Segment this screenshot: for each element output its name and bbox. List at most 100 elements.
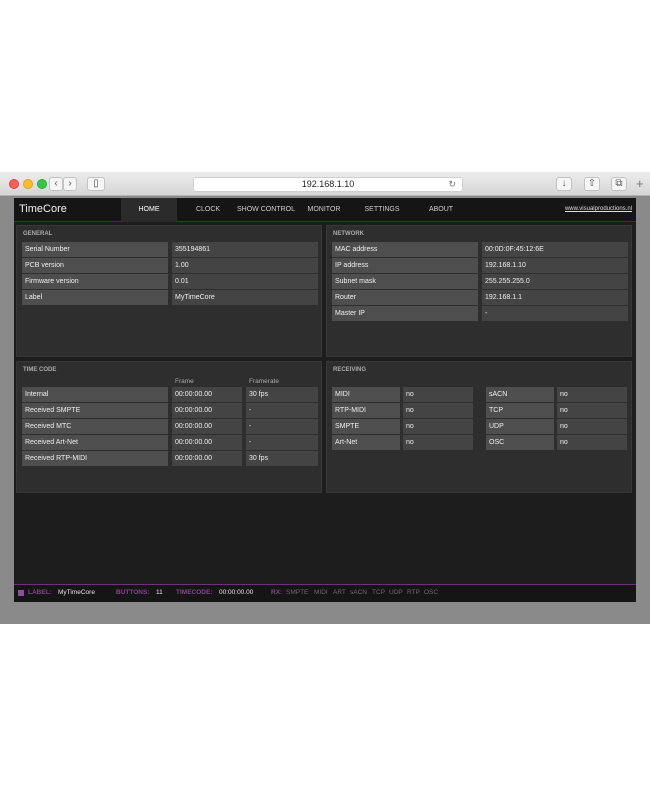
rx-item: MIDI xyxy=(314,589,328,596)
zoom-window-button[interactable] xyxy=(37,179,47,189)
rx-item: RTP xyxy=(407,589,420,596)
timecode-frame: 00:00:00.00 xyxy=(172,387,242,402)
tab-monitor[interactable]: MONITOR xyxy=(300,198,348,222)
network-title: NETWORK xyxy=(333,231,364,237)
general-value: 355194861 xyxy=(172,242,318,257)
timecode-rate: 30 fps xyxy=(246,451,318,466)
network-label: Subnet mask xyxy=(332,274,478,289)
download-icon[interactable]: ↓ xyxy=(556,177,572,191)
status-indicator-icon xyxy=(18,590,24,596)
timecode-source: Internal xyxy=(22,387,168,402)
receiving-value: no xyxy=(557,403,627,418)
general-row: Serial Number 355194861 xyxy=(22,242,318,257)
receiving-label: MIDI xyxy=(332,387,400,402)
reload-icon[interactable]: ↻ xyxy=(448,178,456,191)
general-row: PCB version 1.00 xyxy=(22,258,318,273)
receiving-row: MIDI no xyxy=(332,387,473,402)
rx-item: SMPTE xyxy=(286,589,309,596)
timecode-frame: 00:00:00.00 xyxy=(172,419,242,434)
timecode-frame: 00:00:00.00 xyxy=(172,451,242,466)
frame-column-header: Frame xyxy=(175,378,194,385)
receiving-row: sACN no xyxy=(486,387,627,402)
timecode-source: Received MTC xyxy=(22,419,168,434)
framerate-column-header: Framerate xyxy=(249,378,279,385)
browser-titlebar: ‹ › ▯ 192.168.1.10 ↻ ↓ ⇧ ⧉ + xyxy=(0,172,650,196)
back-icon[interactable]: ‹ xyxy=(49,177,63,191)
timecode-rate: 30 fps xyxy=(246,387,318,402)
browser-window: ‹ › ▯ 192.168.1.10 ↻ ↓ ⇧ ⧉ + TimeCore HO… xyxy=(0,172,650,624)
network-label: Router xyxy=(332,290,478,305)
general-label: PCB version xyxy=(22,258,168,273)
timecode-row: Received Art-Net 00:00:00.00 - xyxy=(22,435,318,450)
general-panel: GENERAL Serial Number 355194861 PCB vers… xyxy=(16,225,322,357)
timecode-row: Received MTC 00:00:00.00 - xyxy=(22,419,318,434)
status-bar: LABEL: MyTimeCore BUTTONS: 11 TIMECODE: … xyxy=(14,584,636,602)
minimize-window-button[interactable] xyxy=(23,179,33,189)
network-row: Router 192.168.1.1 xyxy=(332,290,628,305)
receiving-row: RTP-MIDI no xyxy=(332,403,473,418)
receiving-row: OSC no xyxy=(486,435,627,450)
timecode-row: Internal 00:00:00.00 30 fps xyxy=(22,387,318,402)
general-value: 1.00 xyxy=(172,258,318,273)
network-row: Master IP - xyxy=(332,306,628,321)
receiving-label: SMPTE xyxy=(332,419,400,434)
receiving-value: no xyxy=(403,435,473,450)
timecode-rate: - xyxy=(246,435,318,450)
timecode-frame: 00:00:00.00 xyxy=(172,435,242,450)
receiving-label: RTP-MIDI xyxy=(332,403,400,418)
receiving-row: Art-Net no xyxy=(332,435,473,450)
rx-item: TCP xyxy=(372,589,385,596)
tab-show-control[interactable]: SHOW CONTROL xyxy=(236,198,296,222)
network-value: 192.168.1.1 xyxy=(482,290,628,305)
rx-item: OSC xyxy=(424,589,439,596)
tab-home[interactable]: HOME xyxy=(121,198,177,222)
receiving-label: UDP xyxy=(486,419,554,434)
top-navigation: TimeCore HOME CLOCK SHOW CONTROL MONITOR… xyxy=(14,198,636,222)
network-row: IP address 192.168.1.10 xyxy=(332,258,628,273)
tabs-icon[interactable]: ⧉ xyxy=(611,177,627,191)
general-value: 0.01 xyxy=(172,274,318,289)
address-bar[interactable]: 192.168.1.10 ↻ xyxy=(193,177,463,192)
receiving-label: TCP xyxy=(486,403,554,418)
timecode-panel: TIME CODE Frame Framerate Internal 00:00… xyxy=(16,361,322,493)
general-row: Label MyTimeCore xyxy=(22,290,318,305)
address-url: 192.168.1.10 xyxy=(301,179,355,189)
timecode-row: Received RTP-MIDI 00:00:00.00 30 fps xyxy=(22,451,318,466)
forward-icon[interactable]: › xyxy=(63,177,77,191)
timecode-source: Received RTP-MIDI xyxy=(22,451,168,466)
website-link[interactable]: www.visualproductions.nl xyxy=(565,206,632,212)
general-row: Firmware version 0.01 xyxy=(22,274,318,289)
tab-about[interactable]: ABOUT xyxy=(417,198,465,222)
network-label: IP address xyxy=(332,258,478,273)
general-label: Label xyxy=(22,290,168,305)
receiving-row: TCP no xyxy=(486,403,627,418)
general-value: MyTimeCore xyxy=(172,290,318,305)
network-row: Subnet mask 255.255.255.0 xyxy=(332,274,628,289)
timecode-rate: - xyxy=(246,419,318,434)
network-panel: NETWORK MAC address 00:0D:0F:45:12:6E IP… xyxy=(326,225,632,357)
tab-clock[interactable]: CLOCK xyxy=(182,198,234,222)
timecode-row: Received SMPTE 00:00:00.00 - xyxy=(22,403,318,418)
rx-item: UDP xyxy=(389,589,403,596)
receiving-value: no xyxy=(403,403,473,418)
status-rx-key: RX: xyxy=(271,589,283,596)
receiving-panel: RECEIVING MIDI no RTP-MIDI no SMPTE no A… xyxy=(326,361,632,493)
network-value: 00:0D:0F:45:12:6E xyxy=(482,242,628,257)
new-tab-icon[interactable]: + xyxy=(636,176,644,191)
timecode-rate: - xyxy=(246,403,318,418)
status-buttons-value: 11 xyxy=(156,589,163,596)
timecode-source: Received Art-Net xyxy=(22,435,168,450)
receiving-value: no xyxy=(557,387,627,402)
close-window-button[interactable] xyxy=(9,179,19,189)
network-label: MAC address xyxy=(332,242,478,257)
timecode-source: Received SMPTE xyxy=(22,403,168,418)
status-buttons-key: BUTTONS: xyxy=(116,589,150,596)
sidebar-icon[interactable]: ▯ xyxy=(87,177,105,191)
receiving-row: UDP no xyxy=(486,419,627,434)
network-row: MAC address 00:0D:0F:45:12:6E xyxy=(332,242,628,257)
receiving-value: no xyxy=(403,387,473,402)
network-label: Master IP xyxy=(332,306,478,321)
status-timecode-value: 00:00:00.00 xyxy=(219,589,254,596)
tab-settings[interactable]: SETTINGS xyxy=(357,198,407,222)
share-icon[interactable]: ⇧ xyxy=(584,177,600,191)
